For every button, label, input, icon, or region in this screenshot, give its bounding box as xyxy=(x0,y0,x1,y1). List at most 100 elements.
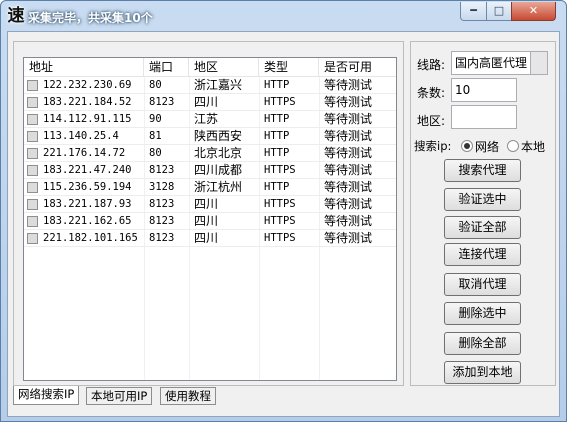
column-header-type[interactable]: 类型 xyxy=(259,58,319,77)
cell-status: 等待测试 xyxy=(324,95,373,109)
cell-region: 四川 xyxy=(194,197,219,211)
cell-port: 8123 xyxy=(149,198,175,210)
row-checkbox[interactable] xyxy=(27,182,38,193)
region-label: 地区: xyxy=(417,114,446,128)
region-input[interactable] xyxy=(451,105,517,129)
row-checkbox[interactable] xyxy=(27,80,38,91)
client-area: 地址 端口 地区 类型 是否可用 122.232.230.69 80 浙江嘉兴 HTT… xyxy=(7,31,560,417)
cell-status: 等待测试 xyxy=(324,112,373,126)
table-row[interactable]: 221.176.14.72 80 北京北京 HTTP 等待测试 xyxy=(24,145,396,162)
table-row[interactable]: 183.221.47.240 8123 四川成都 HTTPS 等待测试 xyxy=(24,162,396,179)
cell-type: HTTPS xyxy=(264,215,296,227)
row-checkbox[interactable] xyxy=(27,131,38,142)
cell-address: 221.182.101.165 xyxy=(43,232,138,244)
row-checkbox[interactable] xyxy=(27,233,38,244)
cell-port: 8123 xyxy=(149,215,175,227)
window-title: 采集完毕，共采集10个 xyxy=(28,11,153,25)
maximize-button[interactable]: □ xyxy=(486,2,512,21)
cell-region: 四川成都 xyxy=(194,163,243,177)
line-label: 线路: xyxy=(417,58,446,72)
row-checkbox[interactable] xyxy=(27,199,38,210)
cell-port: 8123 xyxy=(149,164,175,176)
app-window: 速 采集完毕，共采集10个 ━ □ ✕ 地址 端口 地区 类型 是否可用 122… xyxy=(0,0,567,422)
cell-region: 四川 xyxy=(194,214,219,228)
cell-region: 浙江嘉兴 xyxy=(194,78,243,92)
minimize-button[interactable]: ━ xyxy=(460,2,487,21)
table-row[interactable]: 221.182.101.165 8123 四川 HTTPS 等待测试 xyxy=(24,230,396,247)
row-checkbox[interactable] xyxy=(27,148,38,159)
cell-type: HTTP xyxy=(264,113,290,125)
column-header-address[interactable]: 地址 xyxy=(24,58,144,77)
connect-proxy-button[interactable]: 连接代理 xyxy=(444,243,521,266)
delete-all-button[interactable]: 删除全部 xyxy=(444,332,521,355)
table-row[interactable]: 183.221.184.52 8123 四川 HTTPS 等待测试 xyxy=(24,94,396,111)
cell-address: 183.221.187.93 xyxy=(43,198,132,210)
verify-selected-button[interactable]: 验证选中 xyxy=(444,188,521,211)
cell-address: 183.221.47.240 xyxy=(43,164,132,176)
radio-local-label[interactable]: 本地 xyxy=(521,138,545,155)
cell-region: 浙江杭州 xyxy=(194,180,243,194)
cell-address: 183.221.184.52 xyxy=(43,96,132,108)
cell-type: HTTP xyxy=(264,130,290,142)
cell-port: 80 xyxy=(149,147,162,159)
delete-selected-button[interactable]: 删除选中 xyxy=(444,302,521,325)
verify-all-button[interactable]: 验证全部 xyxy=(444,216,521,239)
column-header-port[interactable]: 端口 xyxy=(144,58,189,77)
cell-status: 等待测试 xyxy=(324,163,373,177)
tab-network-search-ip[interactable]: 网络搜索IP xyxy=(13,386,80,405)
radio-network[interactable] xyxy=(461,140,473,152)
table-row[interactable]: 183.221.162.65 8123 四川 HTTPS 等待测试 xyxy=(24,213,396,230)
row-checkbox[interactable] xyxy=(27,97,38,108)
control-panel: 线路: 国内高匿代理 条数: 10 地区: 搜索ip: 网络 本地 搜索代理 验… xyxy=(410,41,556,386)
cell-address: 183.221.162.65 xyxy=(43,215,132,227)
table-row[interactable]: 183.221.187.93 8123 四川 HTTPS 等待测试 xyxy=(24,196,396,213)
title-bar[interactable]: 速 采集完毕，共采集10个 ━ □ ✕ xyxy=(1,1,566,31)
cell-status: 等待测试 xyxy=(324,78,373,92)
cell-port: 3128 xyxy=(149,181,175,193)
radio-local[interactable] xyxy=(507,140,519,152)
proxy-list[interactable]: 地址 端口 地区 类型 是否可用 122.232.230.69 80 浙江嘉兴 HTT… xyxy=(23,57,397,381)
cell-status: 等待测试 xyxy=(324,180,373,194)
table-row[interactable]: 113.140.25.4 81 陕西西安 HTTP 等待测试 xyxy=(24,128,396,145)
cell-region: 四川 xyxy=(194,231,219,245)
table-row[interactable]: 114.112.91.115 90 江苏 HTTP 等待测试 xyxy=(24,111,396,128)
cell-region: 四川 xyxy=(194,95,219,109)
line-select-value: 国内高匿代理 xyxy=(455,56,528,70)
row-checkbox[interactable] xyxy=(27,216,38,227)
cell-type: HTTPS xyxy=(264,198,296,210)
cell-region: 陕西西安 xyxy=(194,129,243,143)
cell-address: 115.236.59.194 xyxy=(43,181,132,193)
cancel-proxy-button[interactable]: 取消代理 xyxy=(444,273,521,296)
cell-region: 北京北京 xyxy=(194,146,243,160)
cell-status: 等待测试 xyxy=(324,129,373,143)
cell-status: 等待测试 xyxy=(324,146,373,160)
column-header-region[interactable]: 地区 xyxy=(189,58,259,77)
cell-address: 122.232.230.69 xyxy=(43,79,132,91)
tab-local-available-ip[interactable]: 本地可用IP xyxy=(86,387,153,405)
tab-tutorial[interactable]: 使用教程 xyxy=(160,387,216,405)
radio-network-label[interactable]: 网络 xyxy=(475,138,499,155)
search-proxy-button[interactable]: 搜索代理 xyxy=(444,159,521,182)
count-input[interactable]: 10 xyxy=(451,78,517,102)
proxy-list-group: 地址 端口 地区 类型 是否可用 122.232.230.69 80 浙江嘉兴 HTT… xyxy=(13,41,404,386)
close-button[interactable]: ✕ xyxy=(511,2,556,21)
list-rows: 122.232.230.69 80 浙江嘉兴 HTTP 等待测试 183.221.184.… xyxy=(24,77,396,247)
row-checkbox[interactable] xyxy=(27,114,38,125)
column-header-available[interactable]: 是否可用 xyxy=(319,58,396,77)
table-row[interactable]: 122.232.230.69 80 浙江嘉兴 HTTP 等待测试 xyxy=(24,77,396,94)
table-row[interactable]: 115.236.59.194 3128 浙江杭州 HTTP 等待测试 xyxy=(24,179,396,196)
add-to-local-button[interactable]: 添加到本地 xyxy=(444,361,521,384)
cell-type: HTTP xyxy=(264,79,290,91)
row-checkbox[interactable] xyxy=(27,165,38,176)
cell-region: 江苏 xyxy=(194,112,219,126)
cell-status: 等待测试 xyxy=(324,197,373,211)
line-select[interactable]: 国内高匿代理 xyxy=(451,51,548,75)
cell-type: HTTP xyxy=(264,181,290,193)
cell-status: 等待测试 xyxy=(324,231,373,245)
dropdown-arrow-icon[interactable] xyxy=(530,52,547,74)
cell-type: HTTPS xyxy=(264,96,296,108)
cell-type: HTTPS xyxy=(264,164,296,176)
cell-address: 114.112.91.115 xyxy=(43,113,132,125)
cell-port: 81 xyxy=(149,130,162,142)
cell-address: 221.176.14.72 xyxy=(43,147,126,159)
